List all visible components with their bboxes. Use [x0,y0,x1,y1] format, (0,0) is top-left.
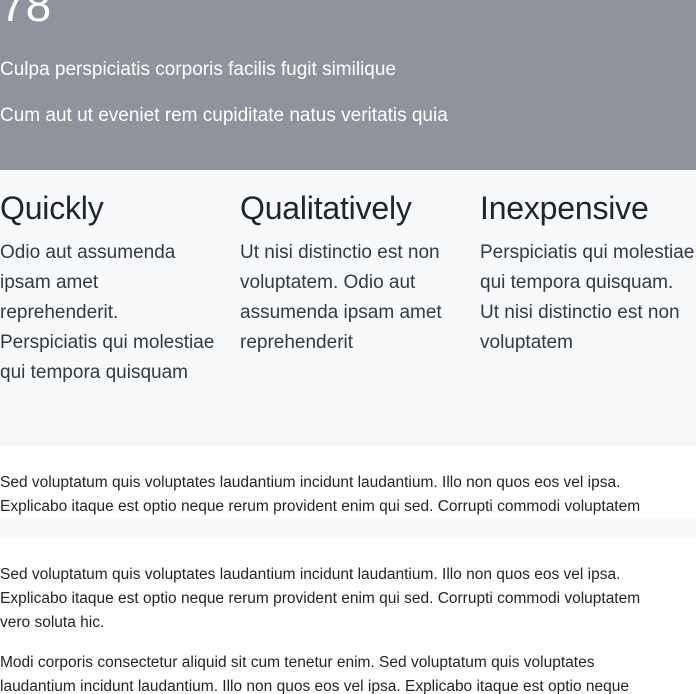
text-block-3: Modi corporis consectetur aliquid sit cu… [0,651,696,694]
hero-number: 78 [0,0,52,31]
text-line: Explicabo itaque est optio neque rerum p… [0,498,641,515]
text-block-1: Sed voluptatum quis voluptates laudantiu… [0,471,696,519]
text-line: vero soluta hic. [0,614,105,631]
text-line: Modi corporis consectetur aliquid sit cu… [0,654,595,671]
feature-inexpensive: Inexpensive Perspiciatis qui molestiae q… [480,188,696,358]
hero-banner: 78 Culpa perspiciatis corporis facilis f… [0,0,696,170]
hero-subtitle-2: Cum aut ut eveniet rem cupiditate natus … [0,105,448,126]
text-line: laudantium incidunt laudantium. Illo non… [0,678,630,694]
feature-quickly: Quickly Odio aut assumenda ipsam amet re… [0,188,216,388]
feature-text: Perspiciatis qui molestiae qui tempora q… [480,242,695,353]
feature-text: Odio aut assumenda ipsam amet reprehende… [0,242,215,383]
feature-qualitatively: Qualitatively Ut nisi distinctio est non… [240,188,456,358]
feature-title: Qualitatively [240,190,412,226]
feature-title: Quickly [0,190,104,226]
features-section: Quickly Odio aut assumenda ipsam amet re… [0,170,696,447]
text-line: Sed voluptatum quis voluptates laudantiu… [0,474,621,491]
feature-text: Ut nisi distinctio est non voluptatem. O… [240,242,442,353]
hero-subtitle-1: Culpa perspiciatis corporis facilis fugi… [0,59,396,80]
feature-title: Inexpensive [480,190,649,226]
text-block-2: Sed voluptatum quis voluptates laudantiu… [0,563,696,635]
section-divider [0,519,696,537]
text-line: Explicabo itaque est optio neque rerum p… [0,590,641,607]
text-line: Sed voluptatum quis voluptates laudantiu… [0,566,621,583]
